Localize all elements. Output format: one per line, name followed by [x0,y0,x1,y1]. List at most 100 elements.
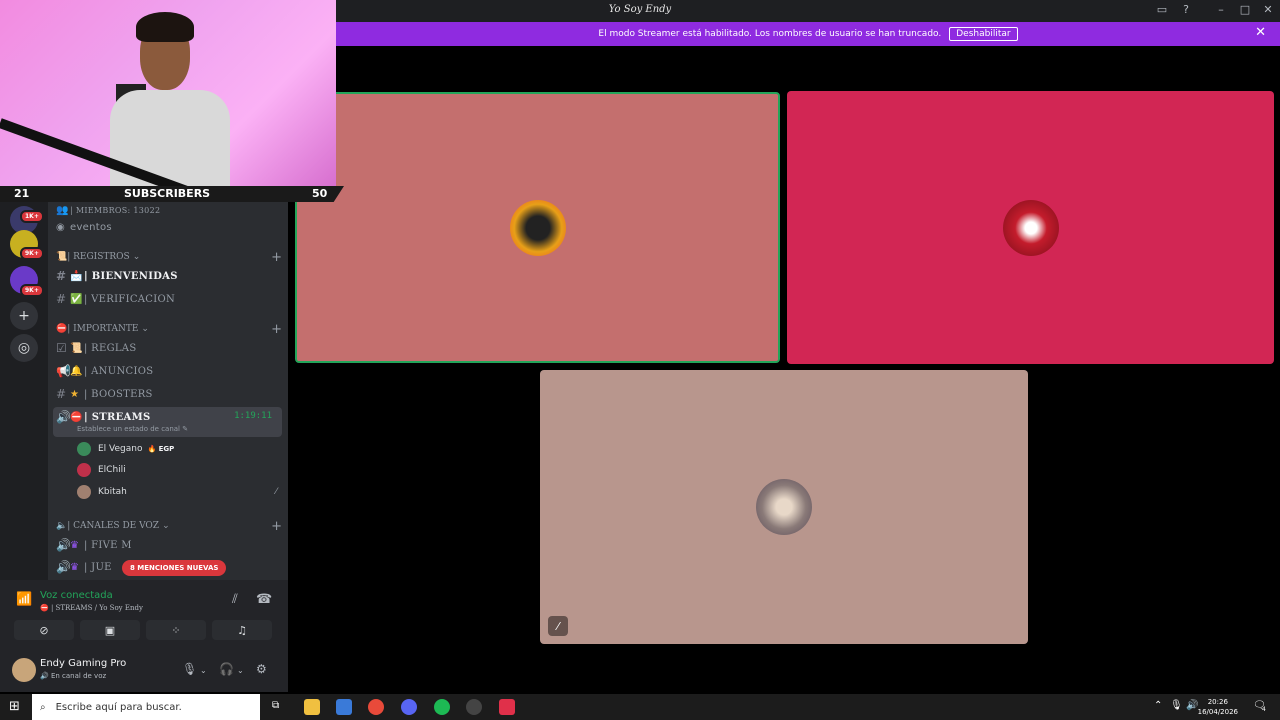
activities-button[interactable]: ⁘ [146,620,206,640]
activities-icon: ⁘ [171,623,181,637]
participant-tile[interactable] [295,92,780,363]
headphones-icon[interactable]: 🎧 [219,662,234,676]
close-window-icon[interactable]: ✕ [1260,3,1276,16]
crest-icon: ♛ [70,561,80,573]
subscriber-label: SUBSCRIBERS [124,187,211,200]
signal-icon[interactable]: 📶 [16,592,32,607]
voice-speaker-icon: 🔊 [56,410,72,424]
camera-off-button[interactable]: ⊘ [14,620,74,640]
clock[interactable]: 20:26 16/04/2026 [1198,697,1238,717]
no-entry-icon: ⛔ [56,324,68,334]
avatar [756,479,812,535]
avatar[interactable] [12,658,36,682]
scroll-icon: 📜 [56,252,68,262]
category-canales-de-voz[interactable]: 🔈 | CANALES DE VOZ ⌄ + [56,518,282,534]
minimize-icon[interactable]: – [1213,3,1229,16]
add-channel-icon[interactable]: + [271,519,282,534]
channel-anuncios[interactable]: 📢 🔔 | ANUNCIOS [56,361,282,381]
server-badge: 1K+ [20,210,44,223]
person-hair [136,12,194,42]
user-status: 🔊 En canal de voz [40,672,107,680]
chevron-down-icon: ⌄ [132,252,141,262]
chevron-down-icon: ⌄ [162,521,170,531]
voice-user[interactable]: Kbitah ⁄ [77,483,277,501]
chevron-up-icon[interactable]: ⌃ [1154,700,1162,711]
obs-icon[interactable] [466,699,482,715]
channel-five-m[interactable]: 🔊 ♛ | FIVE M [56,535,282,555]
search-icon: ⌕ [40,701,46,713]
camera-off-icon: ⊘ [39,623,49,637]
mic-icon[interactable]: 🎙 [1170,700,1183,711]
chrome-icon[interactable] [368,699,384,715]
taskbar-search[interactable]: ⌕ Escribe aquí para buscar. [32,694,260,720]
user-panel: Endy Gaming Pro 🔊 En canal de voz 🎙 ⌄ 🎧 … [0,650,288,692]
channel-status-prompt[interactable]: Establece un estado de canal ✎ [77,425,188,433]
category-importante[interactable]: ⛔ | IMPORTANTE ⌄ + [56,321,282,337]
webcam-overlay [0,0,336,186]
volume-icon[interactable]: 🔊 [1186,700,1198,711]
no-entry-icon: ⛔ [40,604,49,612]
participant-tile[interactable] [787,91,1274,364]
mic-icon[interactable]: 🎙 [182,662,197,676]
spotify-icon[interactable] [434,699,450,715]
avatar [77,485,91,499]
voice-panel: 📶 Voz conectada ⛔ | STREAMS / Yo Soy End… [0,580,288,692]
category-registros[interactable]: 📜 | REGISTROS ⌄ + [56,249,282,265]
stream-timer: 1:19:11 [234,411,272,421]
channel-reglas[interactable]: ☑ 📜 | REGLAS [56,338,282,358]
add-channel-icon[interactable]: + [271,250,282,265]
voice-icon: 🔊 [40,672,49,680]
speaker-icon: 🔈 [56,521,68,531]
windows-start-icon[interactable]: ⊞ [9,699,20,714]
disable-streamer-button[interactable]: Deshabilitar [949,27,1018,41]
guild-tag: 🔥 EGP [147,445,175,453]
subscriber-goal-bar: 21 SUBSCRIBERS 50 [0,186,344,202]
channel-bienvenidas[interactable]: # 📩 | BIENVENIDAS [56,266,282,286]
avatar [77,463,91,477]
disconnect-icon[interactable]: ☎ [256,592,272,607]
notification-count: 4 [1262,706,1266,713]
file-explorer-icon[interactable] [304,699,320,715]
chevron-down-icon[interactable]: ⌄ [237,666,244,675]
deafened-icon: ⁄ [275,487,277,497]
megaphone-icon: 📢 [56,364,72,378]
server-badge: 9K+ [20,247,44,260]
bell-icon: 🔔 [70,365,83,377]
participant-tile[interactable]: ⁄ [540,370,1028,644]
events-item[interactable]: ◉ eventos [56,217,282,237]
deafened-icon: ⁄ [548,616,568,636]
add-channel-icon[interactable]: + [271,322,282,337]
close-banner-icon[interactable]: ✕ [1255,25,1266,40]
voice-connected-status[interactable]: Voz conectada [40,590,113,601]
maximize-icon[interactable]: □ [1237,3,1253,16]
scroll-icon: 📜 [70,342,83,354]
chevron-down-icon[interactable]: ⌄ [200,666,207,675]
avatar [77,442,91,456]
store-icon[interactable] [336,699,352,715]
screen-share-icon[interactable]: ▭ [1154,3,1170,16]
pencil-icon: ✎ [182,425,189,433]
voice-user[interactable]: El Vegano 🔥 EGP [77,440,277,458]
avatar [1002,199,1059,256]
tiktok-icon[interactable] [499,699,515,715]
voice-user[interactable]: ElChili [77,461,277,479]
crest-icon: ♛ [70,539,80,551]
channel-boosters[interactable]: # ★ | BOOSTERS [56,384,282,404]
soundboard-button[interactable]: ♫ [212,620,272,640]
channel-list: 👥 | MIEMBROS: 13022 ◉ eventos 📜 | REGIST… [48,200,288,580]
discover-icon[interactable]: ◎ [10,334,38,362]
add-server-icon[interactable]: + [10,302,38,330]
task-view-icon[interactable]: ⧉ [272,700,279,711]
streamer-mode-banner: El modo Streamer está habilitado. Los no… [336,22,1280,46]
help-icon[interactable]: ? [1178,3,1194,16]
noise-suppression-icon[interactable]: ⫽ [232,592,238,607]
streamer-mode-message: El modo Streamer está habilitado. Los no… [598,29,942,39]
voice-channel-path[interactable]: ⛔ | STREAMS / Yo Soy Endy [40,604,143,612]
discord-icon[interactable] [401,699,417,715]
channel-verificacion[interactable]: # ✅ | VERIFICACION [56,289,282,309]
settings-gear-icon[interactable]: ⚙ [256,662,267,676]
share-screen-button[interactable]: ▣ [80,620,140,640]
new-mentions-pill[interactable]: 8 MENCIONES NUEVAS [122,560,227,576]
channel-streams-active[interactable]: 🔊 ⛔ | STREAMS 1:19:11 Establece un estad… [53,407,282,437]
username[interactable]: Endy Gaming Pro [40,658,126,669]
